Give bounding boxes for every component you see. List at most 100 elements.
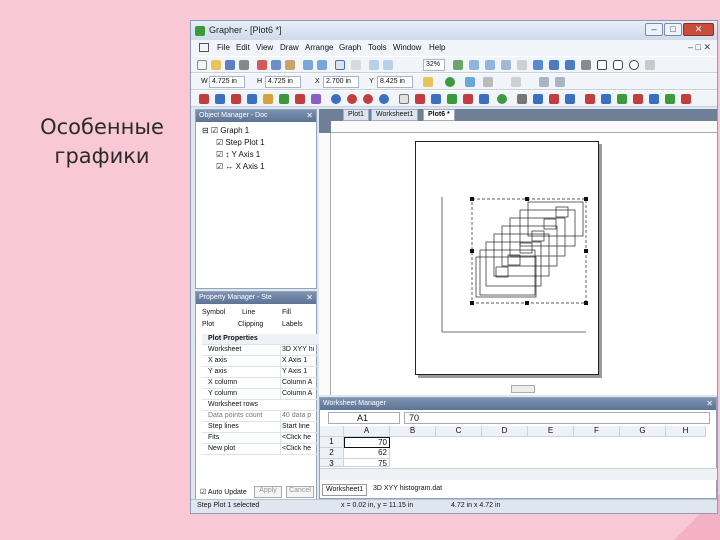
worksheet-corner[interactable]	[320, 426, 344, 437]
column-header-c[interactable]: C	[436, 426, 482, 437]
ternary-plot-icon[interactable]	[295, 94, 305, 104]
tree-item-y-axis[interactable]: ☑ ↕ Y Axis 1	[216, 150, 260, 159]
apply-button[interactable]: Apply	[254, 486, 282, 498]
property-row-x-column[interactable]: X column Column A	[202, 378, 320, 389]
menu-tools[interactable]: Tools	[368, 43, 387, 52]
property-row-y-column[interactable]: Y column Column A	[202, 389, 320, 400]
digitize-icon[interactable]	[649, 94, 659, 104]
print-icon[interactable]	[239, 60, 249, 70]
axis-icon[interactable]	[497, 94, 507, 104]
sheet-tab-histogram[interactable]: 3D XYY histogram.dat	[370, 484, 445, 496]
scatter-plot-icon[interactable]	[215, 94, 225, 104]
row-header-2[interactable]: 2	[320, 448, 344, 459]
text-icon[interactable]	[533, 60, 543, 70]
column-header-h[interactable]: H	[666, 426, 706, 437]
tab-plot6[interactable]: Plot6 *	[423, 109, 455, 121]
zoom-in-icon[interactable]	[369, 60, 379, 70]
worksheet-cell-a2[interactable]: 62	[344, 448, 390, 459]
menu-graph[interactable]: Graph	[339, 43, 361, 52]
polar-plot-icon[interactable]	[279, 94, 289, 104]
paste-icon[interactable]	[285, 60, 295, 70]
tab-line[interactable]: Line	[242, 309, 255, 316]
menu-file[interactable]: File	[217, 43, 230, 52]
copy-icon[interactable]	[271, 60, 281, 70]
minimize-button[interactable]: –	[645, 23, 663, 36]
redo-icon[interactable]	[317, 60, 327, 70]
property-row-worksheet-rows[interactable]: Worksheet rows	[202, 400, 320, 411]
property-row-step-lines[interactable]: Step lines Start line	[202, 422, 320, 433]
property-row-fits[interactable]: Fits <Click he	[202, 433, 320, 444]
property-row-y-axis[interactable]: Y axis Y Axis 1	[202, 367, 320, 378]
column-header-b[interactable]: B	[390, 426, 436, 437]
menu-window[interactable]: Window	[393, 43, 421, 52]
zoom-page-icon[interactable]	[469, 60, 479, 70]
vector-plot-icon[interactable]	[463, 94, 473, 104]
options-icon[interactable]	[511, 77, 521, 87]
x-field[interactable]: 2.700 in	[323, 76, 359, 88]
worksheet-cell-a3[interactable]: 75	[344, 459, 390, 467]
h-field[interactable]: 4.725 in	[265, 76, 301, 88]
arrow-right-icon[interactable]	[465, 77, 475, 87]
tab-plot[interactable]: Plot	[202, 321, 214, 328]
grid-icon[interactable]	[517, 60, 527, 70]
tab-plot1[interactable]: Plot1	[343, 109, 369, 121]
zoom-selection-icon[interactable]	[485, 60, 495, 70]
new-icon[interactable]	[197, 60, 207, 70]
class-plot-icon[interactable]	[479, 94, 489, 104]
zoom-fit-icon[interactable]	[453, 60, 463, 70]
w-field[interactable]: 4.725 in	[209, 76, 245, 88]
polygon-icon[interactable]	[565, 60, 575, 70]
pause-icon[interactable]	[483, 77, 493, 87]
cut-icon[interactable]	[257, 60, 267, 70]
column-header-e[interactable]: E	[528, 426, 574, 437]
tree-item-graph[interactable]: ⊟ ☑ Graph 1	[202, 126, 249, 135]
close-button[interactable]: ✕	[683, 23, 714, 36]
3d-plot-icon[interactable]	[311, 94, 321, 104]
refresh-icon[interactable]	[501, 60, 511, 70]
bar-chart-icon[interactable]	[231, 94, 241, 104]
zoom-out-icon[interactable]	[383, 60, 393, 70]
area-plot-icon[interactable]	[263, 94, 273, 104]
cell-reference-box[interactable]: A1	[328, 412, 400, 424]
cell-edit-field[interactable]: 70	[404, 412, 710, 424]
specialty-plot-icon[interactable]	[415, 94, 425, 104]
fit-icon[interactable]	[533, 94, 543, 104]
column-header-g[interactable]: G	[620, 426, 666, 437]
tab-worksheet1[interactable]: Worksheet1	[371, 109, 419, 121]
legend-icon[interactable]	[517, 94, 527, 104]
row-header-1[interactable]: 1	[320, 437, 344, 448]
tab-labels[interactable]: Labels	[282, 321, 303, 328]
surface-plot-icon[interactable]	[447, 94, 457, 104]
wind-chart-icon[interactable]	[363, 94, 373, 104]
pan-icon[interactable]	[351, 60, 361, 70]
error-bar-icon[interactable]	[549, 94, 559, 104]
step-plot-graph[interactable]	[416, 142, 600, 376]
distribute-icon[interactable]	[555, 77, 565, 87]
tree-item-step-plot[interactable]: ☑ Step Plot 1	[216, 138, 265, 147]
open-icon[interactable]	[211, 60, 221, 70]
align-icon[interactable]	[539, 77, 549, 87]
zoom-field[interactable]: 32%	[423, 59, 445, 71]
box-plot-icon[interactable]	[399, 94, 409, 104]
worksheet-scrollbar[interactable]	[320, 468, 717, 480]
horizontal-scrollbar[interactable]	[511, 385, 535, 393]
polyline-icon[interactable]	[549, 60, 559, 70]
undo-icon[interactable]	[303, 60, 313, 70]
save-icon[interactable]	[225, 60, 235, 70]
summation-icon[interactable]	[601, 94, 611, 104]
line-icon[interactable]	[645, 60, 655, 70]
histogram-icon[interactable]	[247, 94, 257, 104]
green-dot-icon[interactable]	[445, 77, 455, 87]
tab-clipping[interactable]: Clipping	[238, 321, 263, 328]
tab-symbol[interactable]: Symbol	[202, 309, 225, 316]
symbol-icon[interactable]	[581, 60, 591, 70]
cancel-button[interactable]: Cancel	[286, 486, 314, 498]
ellipse-icon[interactable]	[629, 60, 639, 70]
worksheet-manager-close-icon[interactable]: ✕	[706, 399, 713, 408]
color-scale-icon[interactable]	[585, 94, 595, 104]
script-icon[interactable]	[665, 94, 675, 104]
worksheet-cell-a1[interactable]: 70	[344, 437, 390, 448]
magnifier-icon[interactable]	[565, 94, 575, 104]
maximize-button[interactable]: □	[664, 23, 682, 36]
column-header-a[interactable]: A	[344, 426, 390, 437]
